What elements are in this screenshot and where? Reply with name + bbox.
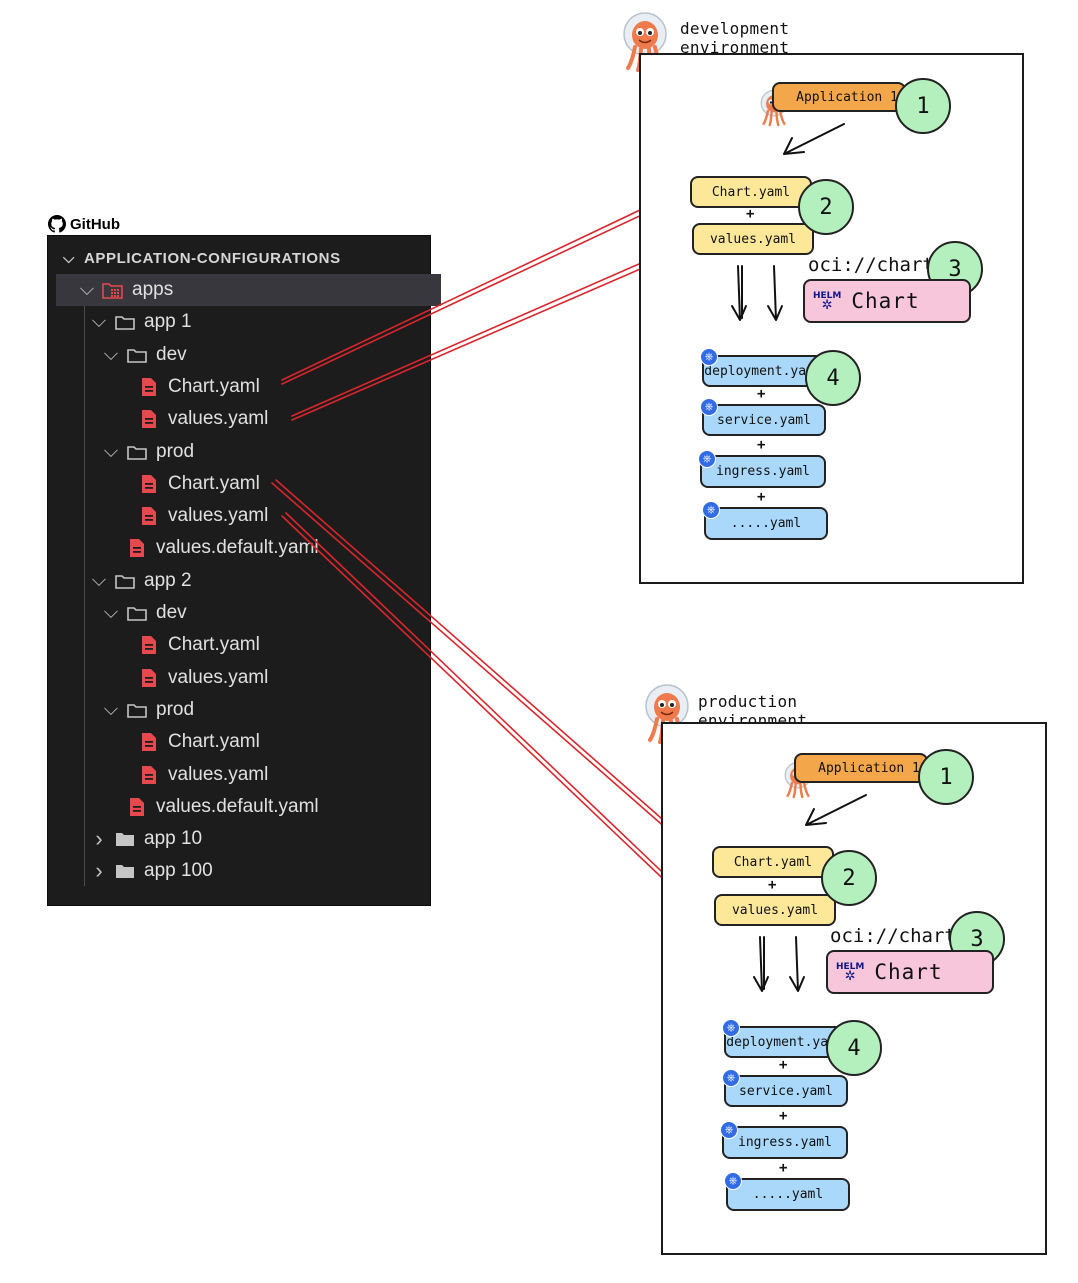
kubernetes-icon: ⎈ bbox=[700, 348, 718, 366]
step-4-badge: 4 bbox=[805, 350, 861, 406]
application-label: Application 1 bbox=[818, 760, 920, 776]
manifest-label: service.yaml bbox=[739, 1083, 833, 1099]
plus-sign: + bbox=[779, 1108, 788, 1124]
step-number: 2 bbox=[819, 194, 833, 220]
manifest-box: .....yaml bbox=[726, 1178, 850, 1211]
step-4-badge: 4 bbox=[826, 1020, 882, 1076]
render-arrows bbox=[753, 936, 805, 992]
step-2-badge: 2 bbox=[798, 179, 854, 235]
environment-title: development environment bbox=[680, 19, 790, 57]
manifest-label: service.yaml bbox=[717, 412, 811, 428]
arrow-dev-chart bbox=[281, 196, 682, 385]
plus-sign: + bbox=[768, 877, 777, 893]
step-number: 3 bbox=[970, 926, 984, 952]
flow-arrow bbox=[783, 123, 845, 155]
helm-chart-box: HELM ✲ Chart bbox=[826, 950, 994, 994]
plus-sign: + bbox=[757, 386, 766, 402]
plus-sign: + bbox=[757, 437, 766, 453]
helm-chart-label: Chart bbox=[874, 960, 943, 984]
argocd-application: Application 1 bbox=[772, 82, 906, 112]
values-yaml-label: values.yaml bbox=[731, 902, 819, 918]
kubernetes-icon: ⎈ bbox=[700, 398, 718, 416]
kubernetes-icon: ⎈ bbox=[724, 1172, 742, 1190]
application-label: Application 1 bbox=[796, 89, 898, 105]
oci-chart-label: oci://chart bbox=[808, 254, 934, 276]
kubernetes-icon: ⎈ bbox=[702, 501, 720, 519]
step-number: 2 bbox=[842, 865, 856, 891]
render-arrows bbox=[731, 265, 783, 321]
step-2-badge: 2 bbox=[821, 850, 877, 906]
oci-chart-label: oci://chart bbox=[830, 925, 956, 947]
argocd-application: Application 1 bbox=[794, 753, 928, 783]
helm-wheel-icon: HELM ✲ bbox=[836, 962, 865, 984]
manifest-box: ingress.yaml bbox=[722, 1126, 848, 1159]
helm-chart-label: Chart bbox=[851, 289, 920, 313]
kubernetes-icon: ⎈ bbox=[722, 1019, 740, 1037]
values-yaml-box: values.yaml bbox=[692, 223, 814, 255]
chart-yaml-label: Chart.yaml bbox=[733, 854, 813, 870]
chart-yaml-box: Chart.yaml bbox=[690, 176, 812, 208]
plus-sign: + bbox=[757, 489, 766, 505]
step-number: 1 bbox=[939, 764, 953, 790]
plus-sign: + bbox=[779, 1057, 788, 1073]
manifest-label: ingress.yaml bbox=[738, 1135, 832, 1150]
manifest-box: service.yaml bbox=[724, 1075, 848, 1107]
step-number: 1 bbox=[916, 93, 930, 119]
step-number: 4 bbox=[826, 365, 840, 391]
manifest-label: .....yaml bbox=[730, 516, 802, 531]
helm-wheel-icon: HELM ✲ bbox=[813, 291, 842, 313]
manifest-label: ingress.yaml bbox=[716, 464, 810, 479]
plus-sign: + bbox=[746, 206, 755, 222]
step-1-badge: 1 bbox=[918, 749, 974, 805]
chart-yaml-label: Chart.yaml bbox=[711, 184, 791, 200]
step-number: 4 bbox=[847, 1035, 861, 1061]
manifest-box: service.yaml bbox=[702, 404, 826, 436]
kubernetes-icon: ⎈ bbox=[720, 1121, 738, 1139]
step-1-badge: 1 bbox=[895, 78, 951, 134]
values-yaml-label: values.yaml bbox=[709, 231, 797, 247]
arrow-prod-values bbox=[281, 515, 700, 914]
helm-chart-box: HELM ✲ Chart bbox=[803, 279, 971, 323]
arrow-dev-values bbox=[291, 250, 684, 421]
chart-yaml-box: Chart.yaml bbox=[712, 846, 834, 878]
flow-arrow bbox=[805, 794, 867, 826]
manifest-box: ingress.yaml bbox=[700, 455, 826, 488]
plus-sign: + bbox=[779, 1160, 788, 1176]
kubernetes-icon: ⎈ bbox=[722, 1069, 740, 1087]
manifest-box: .....yaml bbox=[704, 507, 828, 540]
values-yaml-box: values.yaml bbox=[714, 894, 836, 926]
kubernetes-icon: ⎈ bbox=[698, 450, 716, 468]
step-number: 3 bbox=[948, 256, 962, 282]
manifest-label: .....yaml bbox=[752, 1187, 824, 1202]
arrow-prod-chart bbox=[271, 482, 700, 858]
